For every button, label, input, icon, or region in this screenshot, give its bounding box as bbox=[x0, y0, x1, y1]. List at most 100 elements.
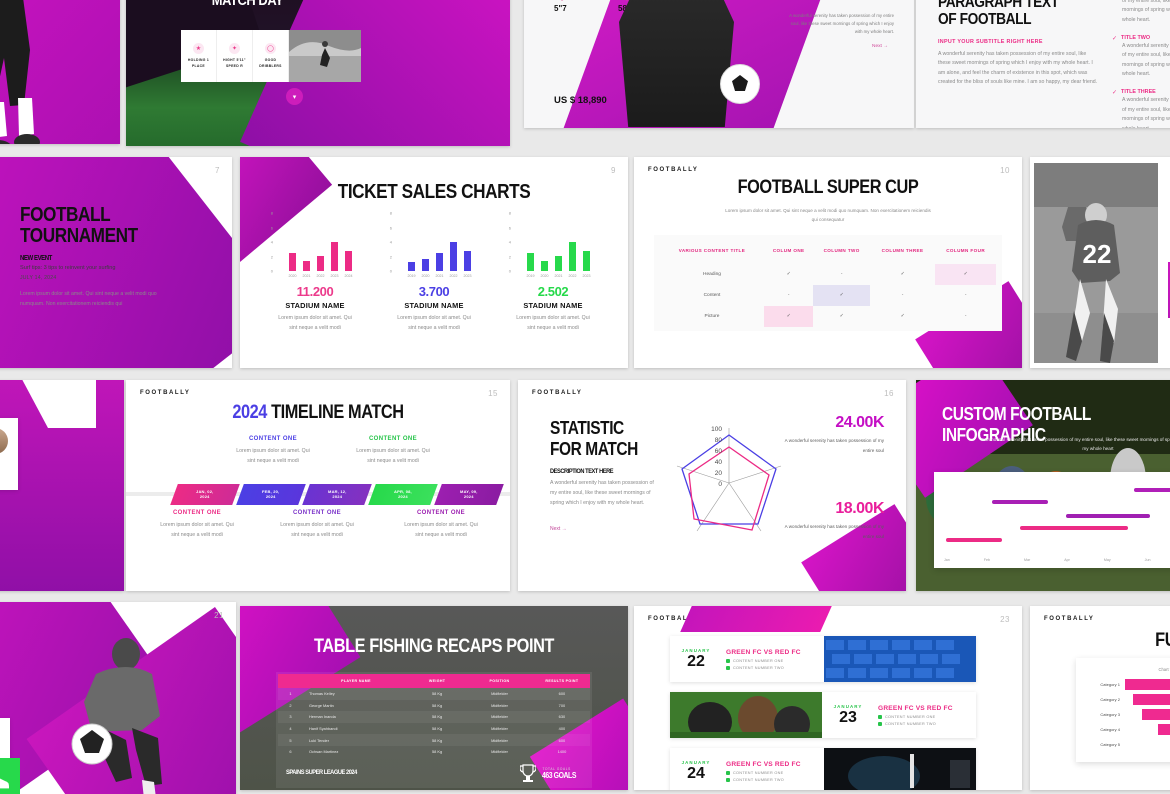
slide-title-line1: FOOTBALL bbox=[20, 204, 111, 226]
cell-rank: 4 bbox=[289, 726, 292, 732]
milestone[interactable]: JAN, 02, 2024 bbox=[170, 484, 240, 505]
slide-thumbnail-super-cup[interactable]: FOOTBALLY 10 FOOTBALL SUPER CUP Lorem ip… bbox=[634, 157, 1022, 368]
table-row: 1 Thomas Kelley 58 Kg Midfielder 600 bbox=[278, 688, 590, 700]
list-item-title: TITLE TWO bbox=[1121, 34, 1151, 41]
slide-thumbnail-ticket-sales[interactable]: 9 TICKET SALES CHARTS 86420 2020 2021 2022 bbox=[240, 157, 628, 368]
item-text: Lorem ipsum dolor sit amet. Qui sint neq… bbox=[280, 522, 354, 538]
stadium-name: STADIUM NAME bbox=[285, 301, 345, 310]
slide-subtitle: INPUT YOUR SUBTITLE RIGHT HERE bbox=[938, 38, 1043, 45]
slide-thumbnail-recaps-table[interactable]: TABLE FISHING RECAPS POINT PLAYER NAME W… bbox=[240, 606, 628, 790]
timeline-top-item: CONTENT ONE Lorem ipsum dolor sit amet. … bbox=[354, 436, 432, 466]
cell-position: Midfielder bbox=[491, 714, 508, 720]
chart-total: 3.700 bbox=[418, 284, 450, 299]
timeline-bottom-item: CONTENT ONE Lorem ipsum dolor sit amet. … bbox=[402, 510, 480, 540]
cell-check-highlight: ✓ bbox=[935, 263, 996, 285]
table-row: Picture ✓ ✓ ✓ - bbox=[660, 305, 996, 327]
funnel-label: Category 3 bbox=[1100, 712, 1120, 717]
cell-rank: 5 bbox=[289, 737, 292, 743]
slide-thumbnail-testimonials[interactable]: MICHAEL A wonderful serenity has taken p… bbox=[0, 380, 124, 591]
milestone-year: 2024 bbox=[464, 494, 474, 500]
table-row: 5 Luki Tender 58 Kg Midfielder 600 bbox=[278, 734, 590, 746]
item-title: CONTENT ONE bbox=[292, 510, 342, 516]
chevron-down-icon[interactable]: ▾ bbox=[286, 88, 303, 105]
slide-thumbnail-player-match[interactable]: Height 5"7 Weight 58KG PLAYER MATCH A wo… bbox=[524, 0, 914, 128]
slide-thumbnail-player-21[interactable]: 21 neque a velit modi reiciendis OSMION°… bbox=[0, 602, 236, 794]
match-item: CONTENT NUMBER ONE bbox=[878, 715, 976, 719]
feature-item[interactable]: ★ HOLDING 1 PLACE bbox=[181, 30, 217, 82]
milestone[interactable]: APR, 08, 2024 bbox=[368, 484, 438, 505]
milestone-year: 2024 bbox=[266, 494, 276, 500]
slide-thumbnail-match-schedule[interactable]: FOOTBALLY 23 JANUARY 22 GREEN FC VS RED … bbox=[634, 606, 1022, 790]
next-link[interactable]: Next → bbox=[872, 44, 888, 49]
cell-check: ✓ bbox=[839, 313, 844, 319]
match-item: CONTENT NUMBER ONE bbox=[726, 659, 824, 663]
stadium-text: Lorem ipsum dolor sit amet. Qui sint neq… bbox=[397, 315, 471, 331]
milestone-date: MAY, 09, bbox=[460, 489, 478, 495]
stat-height: Height 5"7 bbox=[554, 0, 567, 13]
svg-text:0: 0 bbox=[718, 481, 722, 488]
slide-thumbnail-timeline[interactable]: FOOTBALLY 15 2024 TIMELINE MATCH CONTENT… bbox=[126, 380, 510, 591]
milestone[interactable]: FEB, 20, 2024 bbox=[236, 484, 306, 505]
cell-check: ✓ bbox=[900, 271, 905, 277]
feature-label: HIGHT 5'11" SPEED R bbox=[223, 58, 246, 68]
brand-logo: FOOTBALLY bbox=[1044, 616, 1095, 622]
funnel-bar: 4000 bbox=[1133, 694, 1170, 705]
match-card[interactable]: JANUARY 22 GREEN FC VS RED FC CONTENT NU… bbox=[670, 636, 976, 682]
timeline-top-item: CONTENT ONE Lorem ipsum dolor sit amet. … bbox=[234, 436, 312, 466]
funnel-bar: 3000 bbox=[1142, 709, 1170, 720]
slide-thumbnail-infographic[interactable]: CUSTOM FOOTBALL INFOGRAPHIC A wonderful … bbox=[916, 380, 1170, 591]
feature-item[interactable]: ✦ HIGHT 5'11" SPEED R bbox=[217, 30, 253, 82]
table-header: VARIOUS CONTENT TITLE bbox=[678, 248, 746, 253]
item-title: CONTENT ONE bbox=[172, 510, 222, 516]
slide-thumbnail-player-22[interactable]: 22 24.00K A wonderful serenity has taken… bbox=[1030, 157, 1170, 368]
cell-dash: - bbox=[901, 292, 904, 298]
milestone[interactable]: MAR, 12, 2024 bbox=[302, 484, 372, 505]
table-header: COLUM ONE bbox=[772, 248, 805, 253]
feature-item[interactable]: ◯ GOOD DRIBBLERS bbox=[253, 30, 289, 82]
match-teams: GREEN FC VS RED FC bbox=[726, 760, 801, 768]
chart-column-2: 86420 2019 2020 2021 2022 2023 3.700 STADIUM… bbox=[383, 211, 485, 333]
item-text: Lorem ipsum dolor sit amet. Qui sint neq… bbox=[404, 522, 478, 538]
page-number: 10 bbox=[1000, 166, 1010, 175]
cell-player: Herman Inanda bbox=[308, 714, 336, 720]
event-date: JULY 14, 2024 bbox=[20, 275, 57, 282]
slide-thumbnail-paragraph[interactable]: LOREM IPSUM PARAGRAPH TEXT OF FOOTBALL I… bbox=[916, 0, 1170, 128]
slide-thumbnail-match-day[interactable]: MATCH DAY A wonderful serenity has taken… bbox=[126, 0, 510, 146]
match-card[interactable]: JANUARY 23 GREEN FC VS RED FC CONTENT NU… bbox=[670, 692, 976, 742]
page-number: 23 bbox=[1000, 615, 1010, 624]
milestone-year: 2024 bbox=[332, 494, 342, 500]
slide-thumbnail-football-tournament[interactable]: 7 FOOTBALL TOURNAMENT NEW EVENT Surf tip… bbox=[0, 157, 232, 368]
svg-text:20: 20 bbox=[715, 470, 723, 477]
list-item: ✓ TITLE THREE A wonderful serenity has t… bbox=[1112, 89, 1170, 128]
slide-thumbnail-player-crop[interactable] bbox=[0, 0, 120, 144]
cell-rank: 1 bbox=[289, 691, 292, 697]
table-header-row: PLAYER NAME WEIGHT POSITION RESULTS POIN… bbox=[278, 674, 590, 688]
boot-icon-box bbox=[0, 758, 20, 794]
milestone[interactable]: MAY, 09, 2024 bbox=[434, 484, 504, 505]
slide-title: TABLE FISHING RECAPS POINT bbox=[314, 636, 554, 657]
funnel-label: Category 2 bbox=[1100, 697, 1120, 702]
funnel-row: Category 1 5000 bbox=[1076, 678, 1170, 691]
funnel-label: Category 4 bbox=[1100, 727, 1120, 732]
stat-text: A wonderful serenity has taken possessio… bbox=[784, 524, 884, 539]
table-row: Heading ✓ - ✓ ✓ bbox=[660, 263, 996, 285]
cell-points: 700 bbox=[558, 702, 566, 708]
cell-player: Thomas Kelley bbox=[308, 691, 335, 697]
cell-dash: - bbox=[964, 292, 967, 298]
svg-text:80: 80 bbox=[715, 437, 723, 444]
slide-title-line2: TOURNAMENT bbox=[20, 224, 138, 247]
slide-title: TICKET SALES CHARTS bbox=[337, 181, 531, 203]
slide-body: A wonderful serenity has taken possessio… bbox=[351, 0, 496, 1]
cell-player: Luki Tender bbox=[308, 737, 329, 743]
gantt-axis: JanFebMarAprMayJunJulAugSep bbox=[944, 558, 1151, 562]
slide-thumbnail-statistic[interactable]: FOOTBALLY 16 STATISTIC FOR MATCH DESCRIP… bbox=[518, 380, 906, 591]
comparison-table: VARIOUS CONTENT TITLE COLUM ONE COLUMN T… bbox=[654, 235, 1002, 331]
cell-points: 400 bbox=[558, 726, 566, 732]
page-number: 7 bbox=[215, 166, 220, 175]
slide-thumbnail-funnel[interactable]: FOOTBALLY FUNNEL Chart Title Category 1 … bbox=[1030, 606, 1170, 790]
medal-icon: ✦ bbox=[229, 43, 240, 55]
testimonial-card[interactable]: MICHAEL A wonderful serenity has taken p… bbox=[0, 418, 18, 490]
cell-weight: 58 Kg bbox=[432, 726, 443, 732]
match-card[interactable]: JANUARY 24 GREEN FC VS RED FC CONTENT NU… bbox=[670, 748, 976, 790]
next-link[interactable]: Next → bbox=[550, 526, 660, 532]
